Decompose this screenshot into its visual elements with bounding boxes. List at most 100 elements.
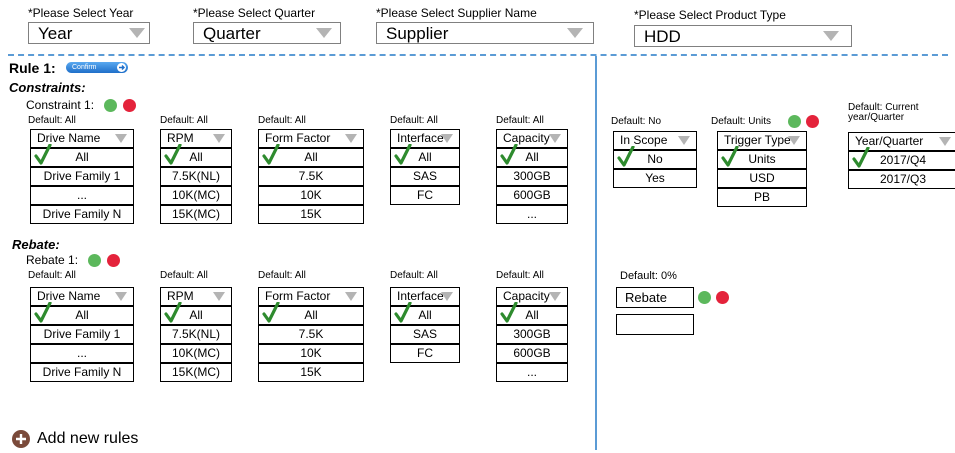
column-option[interactable]: Drive Family N bbox=[30, 363, 134, 382]
column-option-label: 300GB bbox=[513, 327, 551, 341]
column-dropdown-label: In Scope bbox=[620, 133, 668, 147]
column-option[interactable]: 15K bbox=[258, 363, 364, 382]
column-option[interactable]: Units bbox=[717, 145, 807, 169]
column-default: Default: All bbox=[28, 270, 76, 281]
minus-circle-icon[interactable] bbox=[716, 291, 729, 304]
chevron-down-icon bbox=[441, 292, 453, 301]
column-option-label: All bbox=[304, 308, 318, 322]
checkmark-icon bbox=[500, 143, 518, 168]
column-option-label: 300GB bbox=[513, 169, 551, 183]
minus-circle-icon[interactable] bbox=[806, 115, 819, 128]
column-option-label: SAS bbox=[412, 169, 437, 183]
column-option[interactable]: 10K bbox=[258, 344, 364, 363]
column-option[interactable]: All bbox=[258, 143, 364, 167]
column-option[interactable]: ... bbox=[30, 344, 134, 363]
plus-circle-icon[interactable] bbox=[788, 115, 801, 128]
product-select[interactable]: HDD bbox=[634, 25, 852, 47]
constraint-label: Constraint 1: bbox=[26, 98, 95, 112]
chevron-down-icon bbox=[939, 137, 951, 146]
column-option[interactable]: All bbox=[390, 143, 460, 167]
column-option[interactable]: 10K(MC) bbox=[160, 344, 232, 363]
checkmark-icon bbox=[34, 143, 52, 168]
confirm-button-label: Confirm bbox=[72, 64, 97, 71]
column-option-label: 15K(MC) bbox=[171, 365, 220, 379]
column-option-label: Yes bbox=[645, 171, 665, 185]
column-option-label: 10K(MC) bbox=[171, 188, 220, 202]
column-option[interactable]: 600GB bbox=[496, 186, 568, 205]
product-select-value: HDD bbox=[644, 27, 681, 46]
rebate-amount-input[interactable] bbox=[616, 314, 694, 335]
column-option[interactable]: 10K bbox=[258, 186, 364, 205]
column-option[interactable]: 15K bbox=[258, 205, 364, 224]
supplier-select[interactable]: Supplier bbox=[376, 22, 594, 44]
column-option[interactable]: Yes bbox=[613, 169, 697, 188]
column-option[interactable]: SAS bbox=[390, 325, 460, 344]
chevron-down-icon bbox=[788, 136, 800, 145]
column-option[interactable]: 300GB bbox=[496, 325, 568, 344]
column-option[interactable]: All bbox=[496, 143, 568, 167]
column-default: Default: All bbox=[496, 270, 544, 281]
column-option[interactable]: Drive Family 1 bbox=[30, 167, 134, 186]
column-option[interactable]: All bbox=[30, 301, 134, 325]
column-option[interactable]: USD bbox=[717, 169, 807, 188]
supplier-label: *Please Select Supplier Name bbox=[376, 6, 537, 20]
chevron-down-icon bbox=[213, 292, 225, 301]
column-option[interactable]: All bbox=[30, 143, 134, 167]
column-option[interactable]: 15K(MC) bbox=[160, 363, 232, 382]
checkmark-icon bbox=[34, 301, 52, 326]
column-option[interactable]: PB bbox=[717, 188, 807, 207]
column-option[interactable]: All bbox=[160, 301, 232, 325]
minus-circle-icon[interactable] bbox=[123, 99, 136, 112]
rebate-label: Rebate 1: bbox=[26, 253, 79, 267]
column-option[interactable]: 10K(MC) bbox=[160, 186, 232, 205]
column-option[interactable]: ... bbox=[496, 363, 568, 382]
column-option[interactable]: 300GB bbox=[496, 167, 568, 186]
add-rules-label[interactable]: Add new rules bbox=[37, 430, 138, 448]
column-option[interactable]: ... bbox=[496, 205, 568, 224]
column-option[interactable]: 7.5K bbox=[258, 325, 364, 344]
column-dropdown-label: Capacity bbox=[503, 289, 550, 303]
column-option-label: All bbox=[525, 308, 539, 322]
column-default: Default: All bbox=[258, 270, 306, 281]
column-option[interactable]: Drive Family 1 bbox=[30, 325, 134, 344]
column-option[interactable]: 7.5K(NL) bbox=[160, 325, 232, 344]
column-option[interactable]: All bbox=[496, 301, 568, 325]
column-option-label: All bbox=[75, 150, 89, 164]
chevron-down-icon bbox=[345, 134, 357, 143]
column-option-label: FC bbox=[417, 188, 433, 202]
column-option[interactable]: 600GB bbox=[496, 344, 568, 363]
column-option-label: Drive Family N bbox=[42, 207, 122, 221]
column-option[interactable]: All bbox=[160, 143, 232, 167]
plus-circle-icon[interactable] bbox=[104, 99, 117, 112]
column-option[interactable]: 15K(MC) bbox=[160, 205, 232, 224]
minus-circle-icon[interactable] bbox=[107, 254, 120, 267]
plus-circle-icon[interactable] bbox=[698, 291, 711, 304]
year-select[interactable]: Year bbox=[28, 22, 150, 44]
column-option[interactable]: ... bbox=[30, 186, 134, 205]
column-option-label: All bbox=[525, 150, 539, 164]
column-option[interactable]: 2017/Q3 bbox=[848, 170, 955, 189]
column-option[interactable]: 7.5K(NL) bbox=[160, 167, 232, 186]
add-rule-icon[interactable] bbox=[12, 430, 30, 448]
column-option[interactable]: SAS bbox=[390, 167, 460, 186]
quarter-select[interactable]: Quarter bbox=[193, 22, 341, 44]
column-dropdown-label: Year/Quarter bbox=[855, 134, 924, 148]
column-option[interactable]: FC bbox=[390, 186, 460, 205]
plus-circle-icon[interactable] bbox=[88, 254, 101, 267]
column-option-label: 15K bbox=[300, 365, 322, 379]
confirm-button[interactable]: Confirm bbox=[66, 62, 128, 73]
column-option[interactable]: Drive Family N bbox=[30, 205, 134, 224]
chevron-down-icon bbox=[129, 28, 145, 38]
column-option[interactable]: No bbox=[613, 145, 697, 169]
column-option[interactable]: FC bbox=[390, 344, 460, 363]
quarter-select-value: Quarter bbox=[203, 24, 261, 43]
column-option[interactable]: All bbox=[390, 301, 460, 325]
product-label: *Please Select Product Type bbox=[634, 8, 786, 22]
vertical-divider bbox=[595, 56, 597, 450]
rebate-amount-default: Default: 0% bbox=[620, 270, 677, 282]
column-dropdown-label: Form Factor bbox=[265, 289, 331, 303]
column-option[interactable]: 2017/Q4 bbox=[848, 146, 955, 170]
column-option[interactable]: All bbox=[258, 301, 364, 325]
column-default: Default: All bbox=[28, 115, 76, 126]
column-option[interactable]: 7.5K bbox=[258, 167, 364, 186]
